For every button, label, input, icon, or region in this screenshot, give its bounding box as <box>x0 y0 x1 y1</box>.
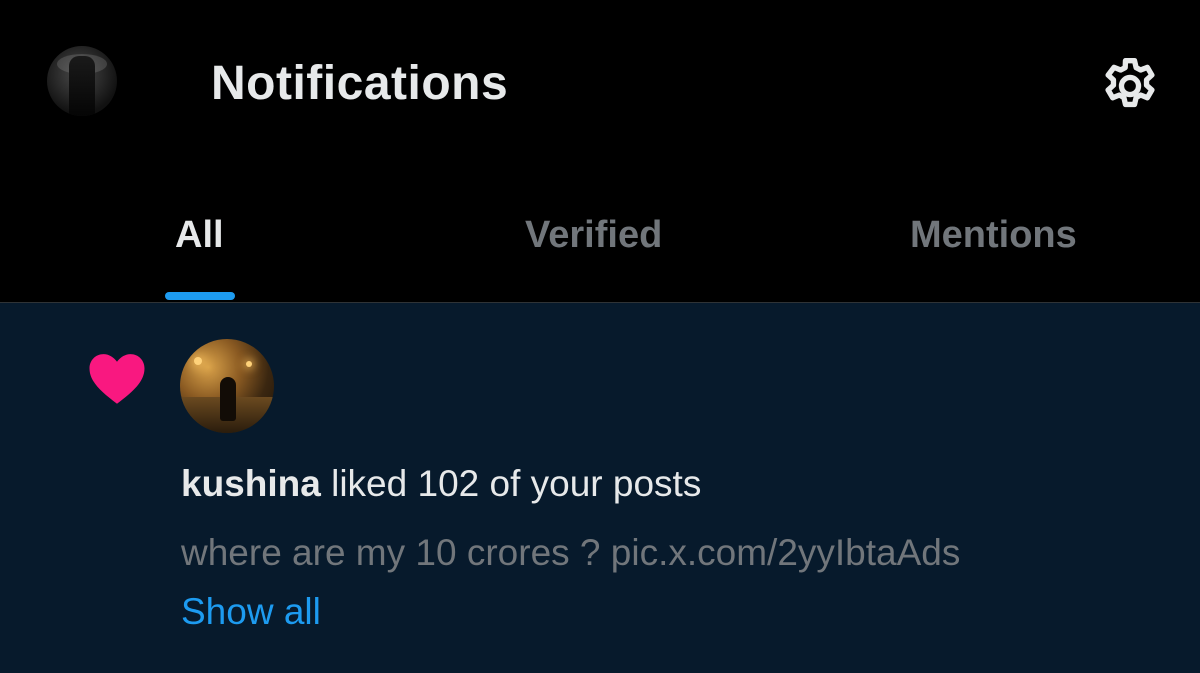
gear-icon[interactable] <box>1098 54 1162 118</box>
show-all-link[interactable]: Show all <box>181 591 321 633</box>
user-avatar[interactable] <box>180 339 274 433</box>
notification-item[interactable]: kushina liked 102 of your posts where ar… <box>0 303 1200 673</box>
profile-avatar[interactable] <box>47 46 117 116</box>
tab-mentions[interactable]: Mentions <box>910 214 1077 257</box>
post-preview: where are my 10 crores ? pic.x.com/2yyIb… <box>181 532 961 573</box>
notification-username[interactable]: kushina <box>181 463 321 504</box>
tab-all[interactable]: All <box>175 214 224 257</box>
notification-action: liked 102 of your posts <box>331 463 702 504</box>
notification-tabs: All Verified Mentions <box>0 170 1200 303</box>
page-title: Notifications <box>211 57 509 110</box>
active-tab-indicator <box>165 292 235 300</box>
tab-verified[interactable]: Verified <box>525 214 662 257</box>
notification-text: kushina liked 102 of your posts <box>181 463 701 505</box>
top-bar: Notifications <box>0 0 1200 170</box>
heart-icon <box>89 354 145 404</box>
